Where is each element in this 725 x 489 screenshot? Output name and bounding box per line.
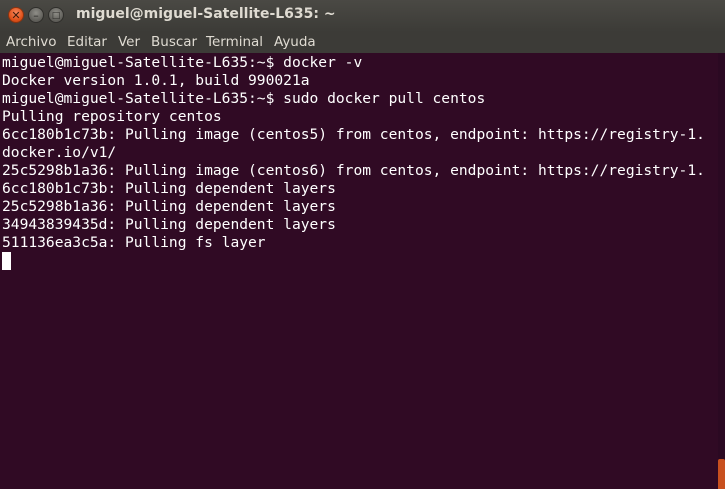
menu-ver[interactable]: Ver (118, 34, 140, 50)
terminal-line: 511136ea3c5a: Pulling fs layer (2, 234, 266, 251)
close-icon[interactable]: ✕ (8, 7, 24, 23)
minimize-icon[interactable]: – (28, 7, 44, 23)
terminal-line: 6cc180b1c73b: Pulling dependent layers (2, 180, 336, 197)
terminal-line: miguel@miguel-Satellite-L635:~$ docker -… (2, 54, 363, 71)
terminal-line: Pulling repository centos (2, 108, 222, 125)
menu-buscar[interactable]: Buscar (151, 34, 197, 50)
terminal-line: docker.io/v1/ (2, 144, 117, 161)
menu-editar[interactable]: Editar (67, 34, 107, 50)
menu-ayuda[interactable]: Ayuda (274, 34, 316, 50)
menu-terminal[interactable]: Terminal (206, 34, 263, 50)
maximize-icon[interactable]: □ (48, 7, 64, 23)
menu-bar: Archivo Editar Ver Buscar Terminal Ayuda (0, 32, 725, 53)
terminal-line: 34943839435d: Pulling dependent layers (2, 216, 336, 233)
text-cursor (2, 252, 11, 270)
terminal-line: miguel@miguel-Satellite-L635:~$ sudo doc… (2, 90, 486, 107)
terminal-line: 6cc180b1c73b: Pulling image (centos5) fr… (2, 126, 705, 143)
scrollbar-thumb[interactable] (718, 459, 725, 489)
terminal-line: Docker version 1.0.1, build 990021a (2, 72, 310, 89)
terminal-output[interactable]: miguel@miguel-Satellite-L635:~$ docker -… (0, 53, 718, 489)
title-bar[interactable]: ✕ – □ miguel@miguel-Satellite-L635: ~ (0, 0, 725, 33)
scrollbar[interactable] (718, 53, 725, 489)
terminal-line: 25c5298b1a36: Pulling image (centos6) fr… (2, 162, 705, 179)
menu-archivo[interactable]: Archivo (6, 34, 56, 50)
window-title: miguel@miguel-Satellite-L635: ~ (76, 6, 336, 22)
terminal-line: 25c5298b1a36: Pulling dependent layers (2, 198, 336, 215)
terminal-window: ✕ – □ miguel@miguel-Satellite-L635: ~ Ar… (0, 0, 725, 489)
